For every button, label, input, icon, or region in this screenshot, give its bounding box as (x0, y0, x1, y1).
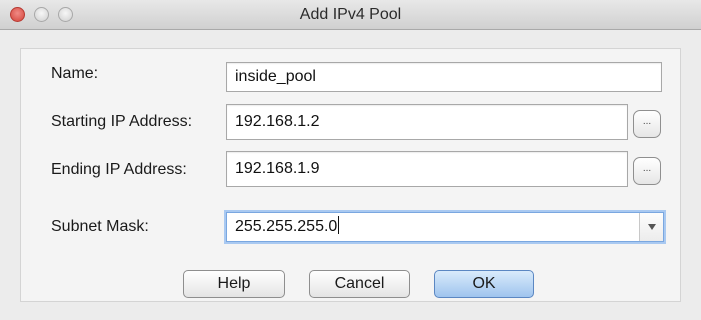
dialog-window: Add IPv4 Pool Name: inside_pool Starting… (0, 0, 701, 320)
name-input[interactable]: inside_pool (226, 62, 662, 92)
window-title: Add IPv4 Pool (299, 6, 402, 23)
subnet-mask-value: 255.255.255.0 (235, 218, 338, 235)
name-label: Name: (51, 65, 99, 82)
ending-ip-input[interactable]: 192.168.1.9 (226, 151, 628, 187)
name-input-value: inside_pool (235, 68, 316, 85)
chevron-down-icon (647, 224, 656, 230)
subnet-mask-combobox[interactable]: 255.255.255.0 (226, 212, 664, 242)
subnet-mask-label: Subnet Mask: (51, 218, 149, 235)
starting-ip-browse-button[interactable]: ... (633, 110, 661, 138)
ending-ip-label: Ending IP Address: (51, 161, 187, 178)
help-button[interactable]: Help (183, 270, 285, 298)
title-bar[interactable]: Add IPv4 Pool (0, 0, 701, 30)
subnet-mask-dropdown-button[interactable] (639, 213, 663, 241)
starting-ip-label: Starting IP Address: (51, 113, 193, 130)
cancel-button[interactable]: Cancel (309, 270, 410, 298)
ending-ip-input-value: 192.168.1.9 (235, 160, 320, 177)
ending-ip-browse-button[interactable]: ... (633, 157, 661, 185)
starting-ip-input[interactable]: 192.168.1.2 (226, 104, 628, 140)
ok-button[interactable]: OK (434, 270, 534, 298)
starting-ip-input-value: 192.168.1.2 (235, 113, 320, 130)
text-caret (338, 216, 340, 234)
